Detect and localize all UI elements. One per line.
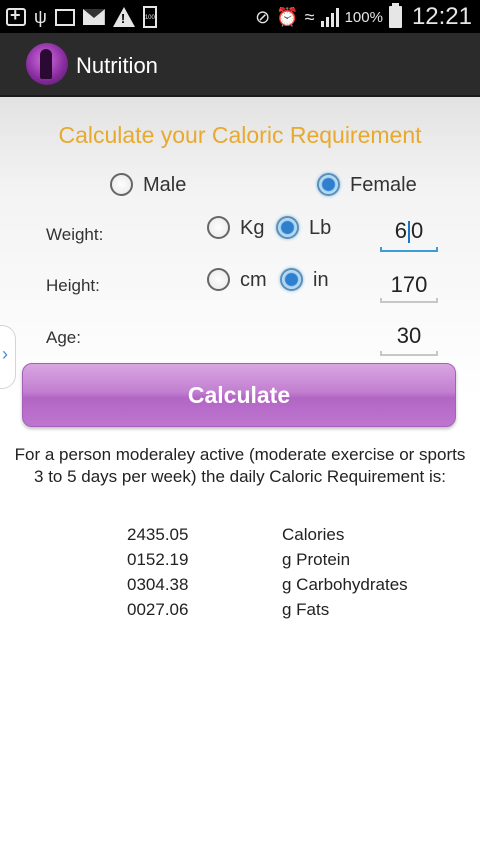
calculate-button[interactable]: Calculate (22, 363, 456, 427)
result-value: 0304.38 (127, 575, 189, 594)
result-unit: Calories (282, 525, 345, 544)
height-label: Height: (46, 276, 100, 295)
warning-icon: ! (112, 7, 135, 27)
mail-icon (82, 9, 105, 25)
height-cm-radio[interactable] (207, 268, 230, 291)
calculator-screen: Calculate your Caloric Requirement Male … (0, 97, 480, 854)
status-bar: ψ ! 100 ⊘ ⏰ ≈ 100% 12:21 (0, 0, 480, 33)
weight-label: Weight: (46, 225, 104, 244)
height-in-label[interactable]: in (313, 269, 329, 292)
alarm-icon: ⏰ (276, 7, 299, 27)
result-row-protein: 0152.19 g Protein (0, 550, 480, 576)
result-unit: g Fats (282, 600, 330, 619)
app-logo-icon[interactable] (26, 43, 68, 85)
system-icons: ⊘ ⏰ ≈ 100% 12:21 (255, 2, 472, 32)
signal-icon (320, 7, 339, 27)
plus-box-icon (6, 5, 26, 26)
wifi-icon: ≈ (304, 7, 315, 27)
result-unit: g Carbohydrates (282, 575, 408, 594)
image-icon (54, 8, 75, 26)
chevron-right-icon: › (2, 344, 8, 364)
result-row-fats: 0027.06 g Fats (0, 600, 480, 626)
result-unit: g Protein (282, 550, 351, 569)
female-label[interactable]: Female (350, 174, 417, 197)
battery-icon (388, 3, 402, 28)
app-title: Nutrition (76, 53, 158, 78)
usb-icon: ψ (34, 7, 47, 27)
weight-kg-radio[interactable] (207, 216, 230, 239)
text-cursor (408, 221, 410, 244)
result-value: 2435.05 (127, 525, 189, 544)
weight-kg-label[interactable]: Kg (240, 217, 264, 240)
weight-input[interactable]: 60 (380, 218, 438, 244)
male-radio[interactable] (110, 173, 133, 196)
weight-input-underline (380, 247, 438, 252)
age-input-underline (380, 351, 438, 356)
result-row-calories: 2435.05 Calories (0, 525, 480, 551)
height-cm-label[interactable]: cm (240, 269, 267, 292)
result-row-carbohydrates: 0304.38 g Carbohydrates (0, 575, 480, 601)
male-label[interactable]: Male (143, 174, 186, 197)
action-bar: Nutrition (0, 33, 480, 97)
drawer-handle[interactable]: › (0, 325, 16, 389)
female-radio[interactable] (317, 173, 340, 196)
result-value: 0152.19 (127, 550, 189, 569)
weight-lb-label[interactable]: Lb (309, 217, 331, 240)
age-input[interactable]: 30 (380, 323, 438, 349)
clock: 12:21 (411, 3, 472, 30)
height-input-underline (380, 298, 438, 303)
weight-lb-radio[interactable] (276, 216, 299, 239)
weight-value-b: 0 (411, 218, 424, 243)
notification-icons: ψ ! 100 (6, 4, 157, 30)
page-title: Calculate your Caloric Requirement (58, 122, 422, 148)
mute-icon: ⊘ (255, 7, 271, 27)
weight-value-a: 6 (394, 218, 407, 243)
height-in-radio[interactable] (280, 268, 303, 291)
result-value: 0027.06 (127, 600, 189, 619)
result-description: For a person moderaley active (moderate … (14, 445, 466, 486)
battery-small-icon: 100 (142, 6, 157, 28)
height-input[interactable]: 170 (380, 272, 438, 298)
battery-percent: 100% (344, 8, 383, 26)
age-label: Age: (46, 328, 81, 347)
